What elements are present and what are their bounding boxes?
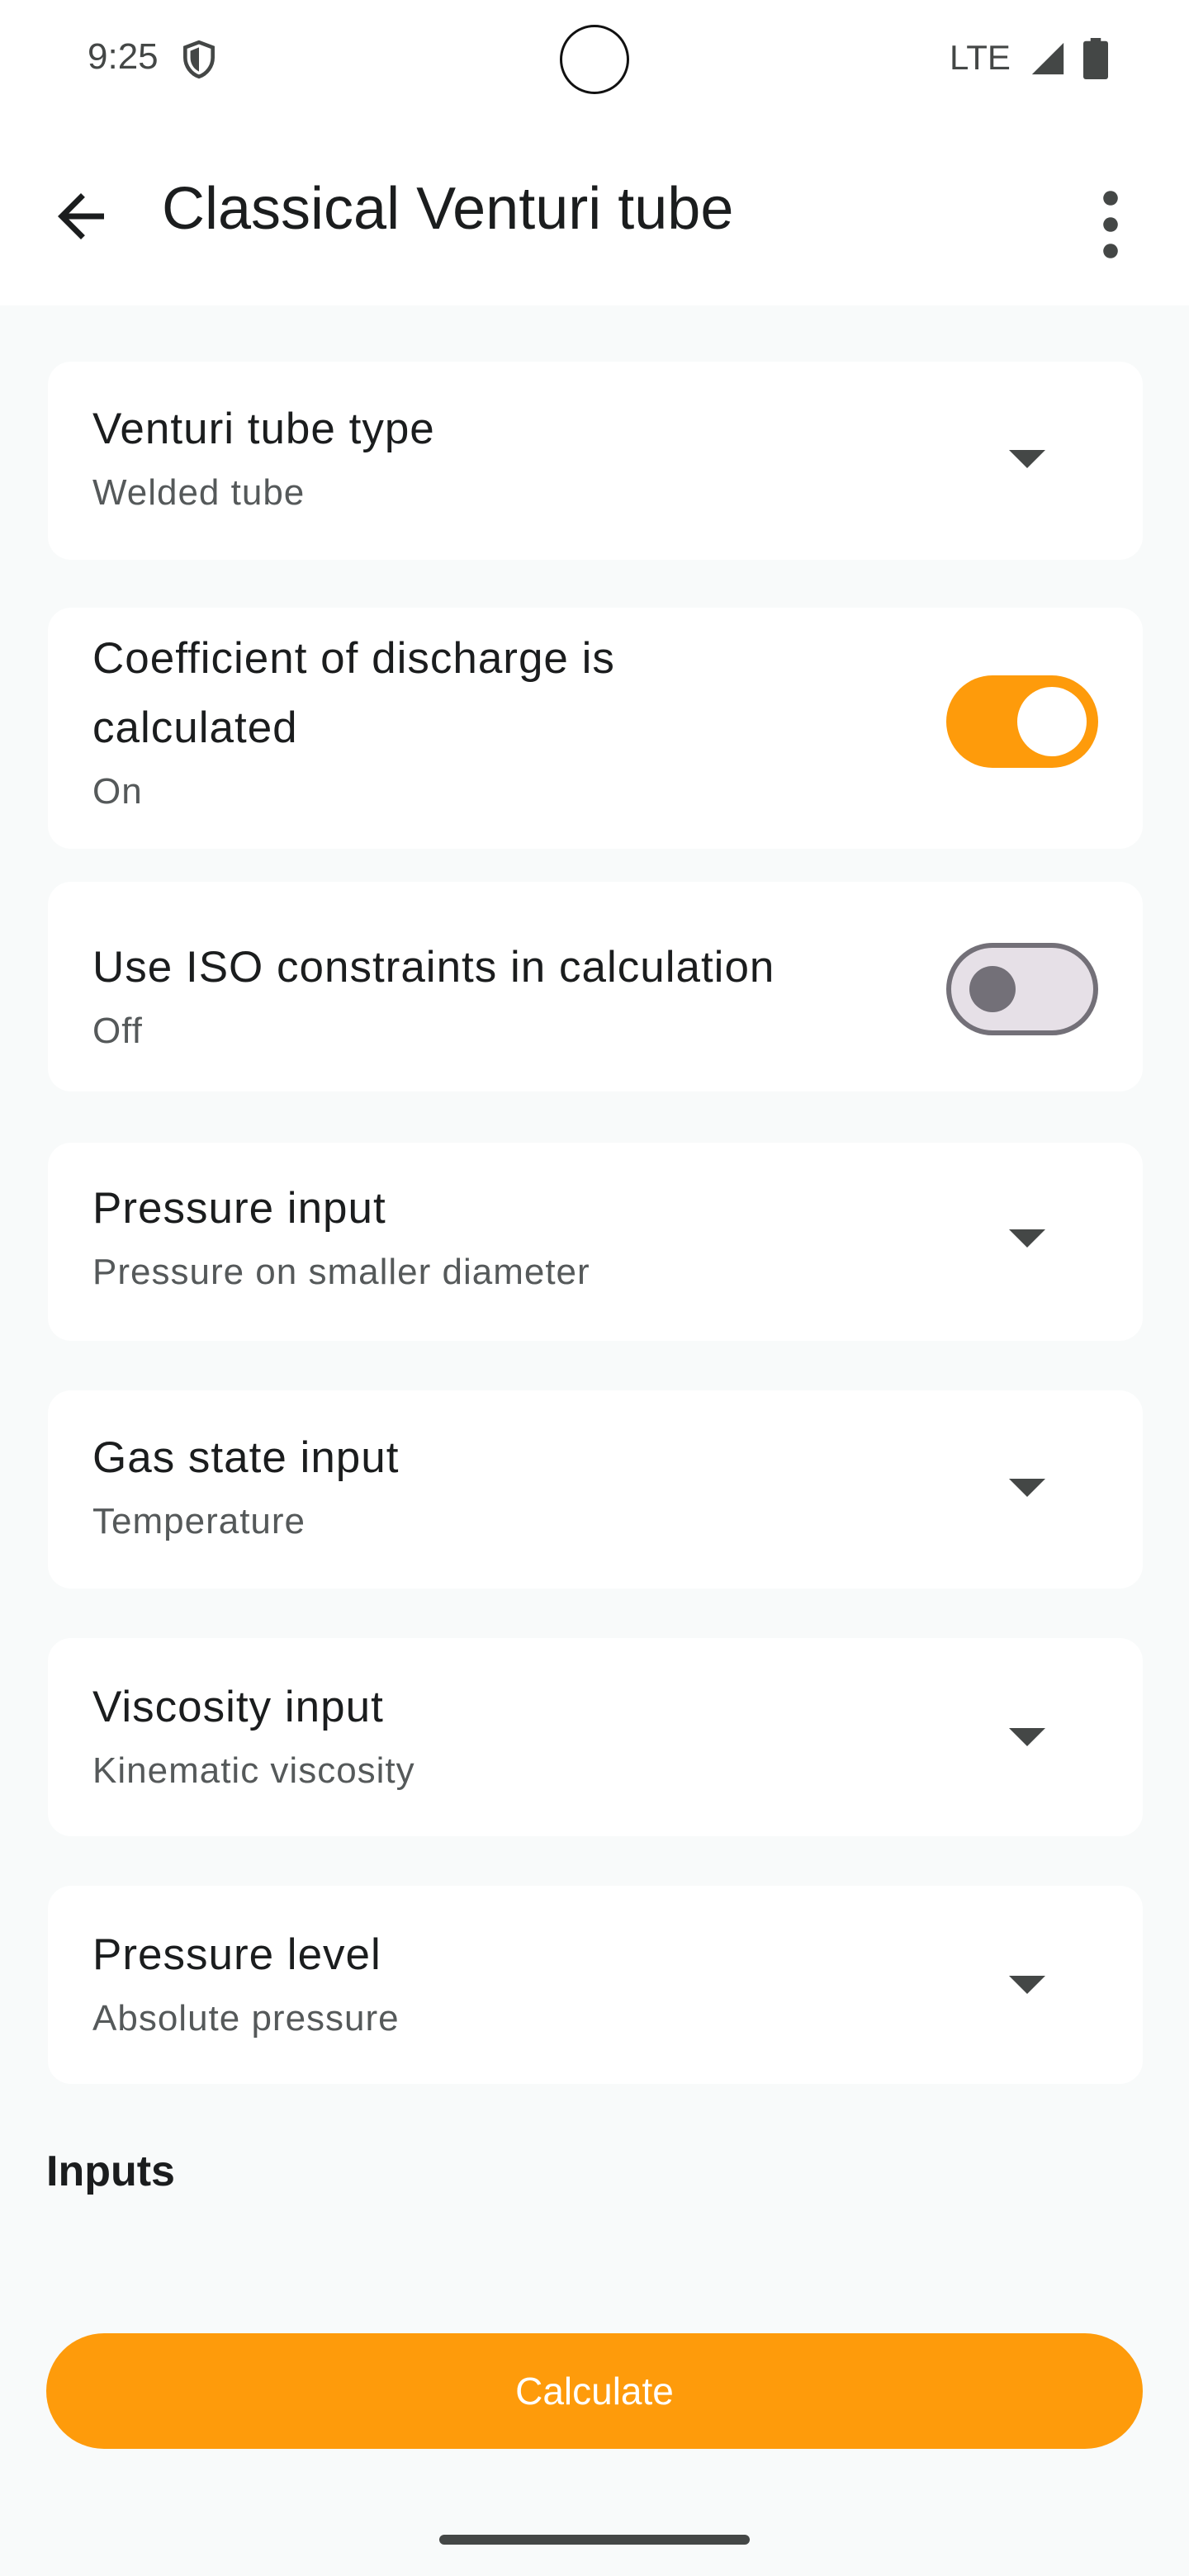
setting-value: Pressure on smaller diameter: [92, 1252, 590, 1292]
page-title: Classical Venturi tube: [162, 176, 734, 242]
setting-title: Pressure input: [92, 1184, 386, 1233]
signal-icon: [1031, 42, 1064, 75]
calculate-button[interactable]: Calculate: [46, 2333, 1143, 2449]
home-indicator[interactable]: [439, 2535, 750, 2545]
coefficient-toggle[interactable]: [946, 675, 1098, 768]
toggle-knob: [969, 966, 1016, 1012]
toggle-knob: [1017, 687, 1087, 756]
setting-value: Kinematic viscosity: [92, 1750, 415, 1791]
dropdown-arrow-icon: [1009, 1479, 1045, 1497]
setting-title-line-2: calculated: [92, 703, 298, 752]
setting-value: Absolute pressure: [92, 1998, 400, 2039]
status-bar: 9:25 LTE: [0, 0, 1189, 119]
dropdown-arrow-icon: [1009, 1229, 1045, 1248]
status-time: 9:25: [88, 36, 159, 77]
setting-title: Gas state input: [92, 1433, 400, 1482]
arrow-back-icon[interactable]: [46, 182, 116, 251]
dropdown-arrow-icon: [1009, 1976, 1045, 1994]
setting-viscosity-input[interactable]: Viscosity input Kinematic viscosity: [48, 1638, 1143, 1836]
dropdown-arrow-icon: [1009, 450, 1045, 468]
setting-title: Use ISO constraints in calculation: [92, 943, 775, 992]
setting-iso-constraints[interactable]: Use ISO constraints in calculation Off: [48, 882, 1143, 1091]
setting-pressure-input[interactable]: Pressure input Pressure on smaller diame…: [48, 1143, 1143, 1341]
inputs-section-heading: Inputs: [46, 2147, 175, 2195]
setting-coefficient-of-discharge[interactable]: Coefficient of discharge is calculated O…: [48, 608, 1143, 849]
network-type: LTE: [950, 38, 1011, 77]
camera-cutout: [560, 25, 629, 94]
shield-icon: [183, 40, 215, 79]
setting-value: On: [92, 771, 143, 812]
battery-icon: [1083, 38, 1108, 79]
setting-value: Temperature: [92, 1501, 306, 1541]
setting-value: Welded tube: [92, 472, 306, 513]
dropdown-arrow-icon: [1009, 1728, 1045, 1746]
setting-title: Viscosity input: [92, 1683, 384, 1731]
iso-constraints-toggle[interactable]: [946, 943, 1098, 1035]
setting-title-line-1: Coefficient of discharge is: [92, 634, 615, 683]
setting-title: Venturi tube type: [92, 405, 435, 453]
setting-gas-state-input[interactable]: Gas state input Temperature: [48, 1390, 1143, 1589]
setting-pressure-level[interactable]: Pressure level Absolute pressure: [48, 1886, 1143, 2084]
setting-title: Pressure level: [92, 1930, 381, 1979]
app-bar: Classical Venturi tube: [0, 119, 1189, 305]
setting-value: Off: [92, 1011, 143, 1051]
setting-venturi-tube-type[interactable]: Venturi tube type Welded tube: [48, 362, 1143, 560]
more-vert-icon[interactable]: [1087, 185, 1135, 264]
